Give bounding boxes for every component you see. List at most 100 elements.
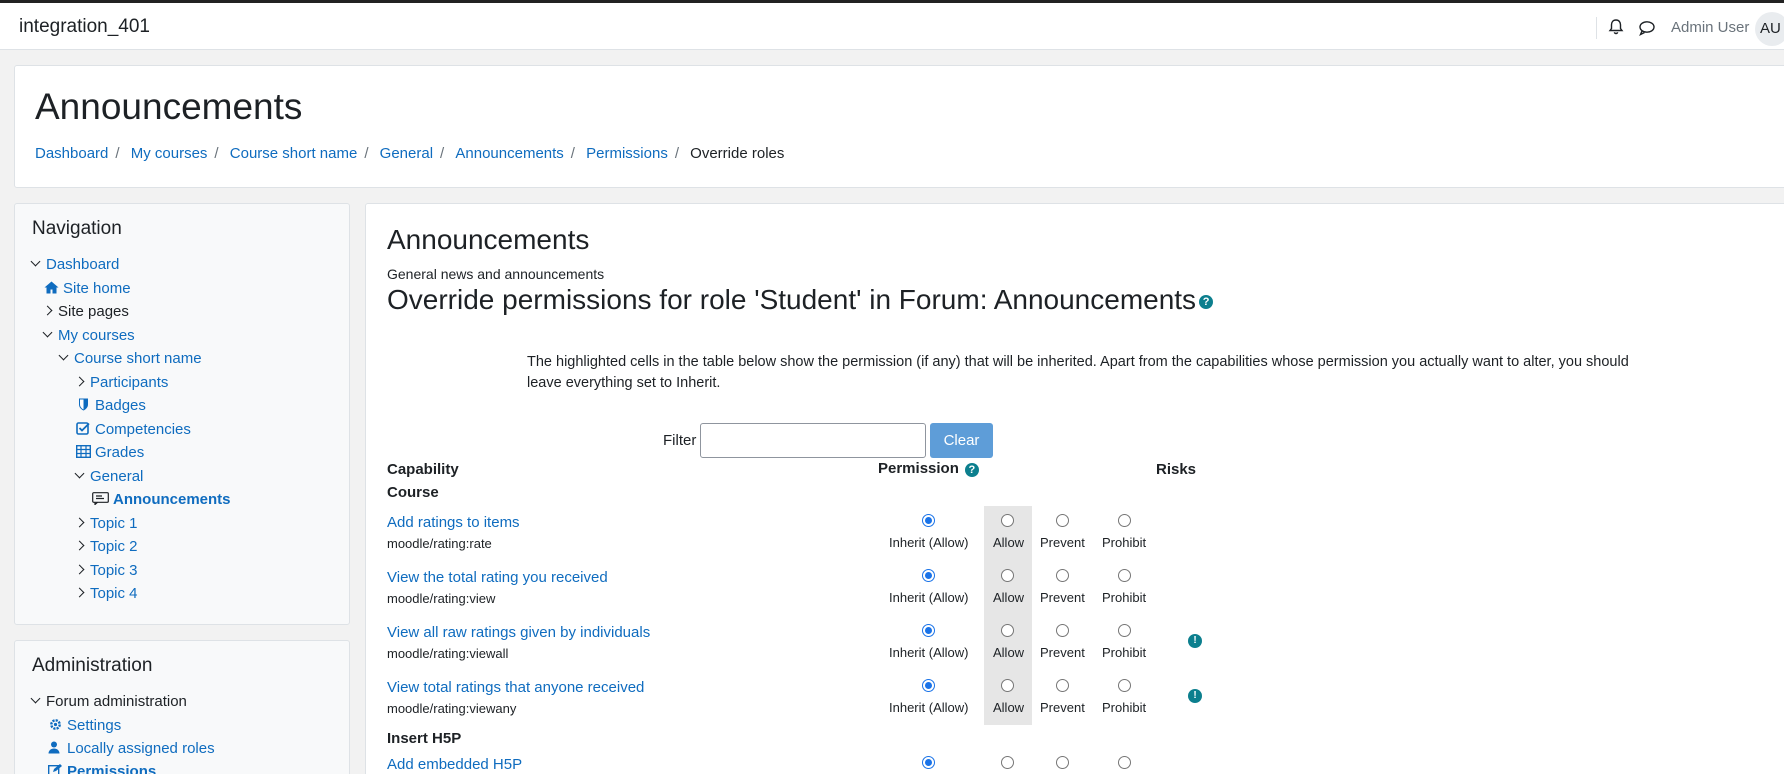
filter-input[interactable] (700, 423, 926, 458)
forum-icon (92, 492, 109, 505)
breadcrumb-divider: / (364, 145, 369, 162)
navbar-divider (1596, 17, 1597, 39)
home-icon (44, 281, 59, 294)
nav-item-topic-1[interactable]: Topic 1 (76, 515, 138, 532)
radio-prohibit[interactable] (1118, 514, 1131, 527)
nav-item-badges[interactable]: Badges (76, 397, 146, 414)
capability-name[interactable]: Add ratings to items (387, 514, 520, 531)
radio-prohibit[interactable] (1118, 624, 1131, 637)
chevron-right-icon (76, 566, 90, 578)
breadcrumb-divider: / (214, 145, 219, 162)
nav-item-announcements[interactable]: Announcements (92, 491, 231, 508)
nav-item-dashboard[interactable]: Dashboard (32, 256, 119, 273)
radio-allow[interactable] (1001, 514, 1014, 527)
checkbox-icon (76, 422, 90, 435)
chevron-right-icon (76, 378, 90, 390)
chevron-right-icon (76, 519, 90, 531)
clear-button[interactable]: Clear (930, 423, 993, 458)
option-label-allow: Allow (993, 645, 1025, 660)
nav-item-topic-3[interactable]: Topic 3 (76, 562, 138, 579)
breadcrumb-permissions[interactable]: Permissions (586, 145, 668, 162)
option-label-inherit: Inherit (Allow) (889, 535, 969, 550)
radio-prevent[interactable] (1056, 624, 1069, 637)
bell-icon[interactable] (1607, 18, 1625, 36)
admin-item-locally-assigned-roles[interactable]: Locally assigned roles (48, 740, 215, 757)
chevron-right-icon (44, 307, 58, 319)
breadcrumb-course[interactable]: Course short name (230, 145, 358, 162)
activity-title: Announcements (387, 224, 590, 255)
nav-item-site-pages[interactable]: Site pages (44, 303, 129, 320)
nav-item-site-home[interactable]: Site home (44, 280, 131, 297)
option-label-prohibit: Prohibit (1102, 535, 1147, 550)
option-label-prohibit: Prohibit (1102, 590, 1147, 605)
radio-allow[interactable] (1001, 624, 1014, 637)
column-header-capability: Capability (387, 461, 459, 478)
breadcrumb-divider: / (570, 145, 575, 162)
navigation-block: Navigation Dashboard Site home Site page… (14, 203, 350, 625)
radio-prohibit[interactable] (1118, 756, 1131, 769)
user-name[interactable]: Admin User (1671, 19, 1749, 36)
radio-inherit[interactable] (922, 624, 935, 637)
radio-inherit[interactable] (922, 569, 935, 582)
capability-name[interactable]: View the total rating you received (387, 569, 608, 586)
radio-allow[interactable] (1001, 569, 1014, 582)
radio-prevent[interactable] (1056, 679, 1069, 692)
capability-name[interactable]: Add embedded H5P (387, 756, 522, 773)
option-label-prevent: Prevent (1040, 700, 1085, 715)
nav-item-topic-4[interactable]: Topic 4 (76, 585, 138, 602)
breadcrumb-general[interactable]: General (380, 145, 433, 162)
breadcrumb: Dashboard / My courses / Course short name… (35, 145, 784, 162)
radio-prohibit[interactable] (1118, 569, 1131, 582)
nav-item-grades[interactable]: Grades (76, 444, 144, 461)
option-label-prevent: Prevent (1040, 590, 1085, 605)
site-name[interactable]: integration_401 (19, 16, 150, 38)
nav-item-my-courses[interactable]: My courses (44, 327, 135, 344)
help-icon[interactable]: ? (964, 463, 979, 477)
radio-prohibit[interactable] (1118, 679, 1131, 692)
radio-inherit[interactable] (922, 514, 935, 527)
table-icon (76, 445, 91, 458)
option-label-inherit: Inherit (Allow) (889, 700, 969, 715)
radio-prevent[interactable] (1056, 569, 1069, 582)
chevron-down-icon (60, 352, 74, 366)
risk-icon[interactable]: ! (1188, 634, 1202, 648)
page-header: Announcements Dashboard / My courses / Cou… (14, 65, 1784, 188)
nav-item-competencies[interactable]: Competencies (76, 421, 191, 438)
intro-text: The highlighted cells in the table below… (527, 354, 1629, 391)
breadcrumb-divider: / (115, 145, 120, 162)
radio-allow[interactable] (1001, 679, 1014, 692)
capability-code: moodle/rating:viewall (387, 646, 509, 661)
breadcrumb-announcements[interactable]: Announcements (455, 145, 563, 162)
capability-name[interactable]: View total ratings that anyone received (387, 679, 644, 696)
nav-item-topic-2[interactable]: Topic 2 (76, 538, 138, 555)
chat-icon[interactable] (1638, 19, 1656, 37)
column-header-risks: Risks (1156, 461, 1197, 478)
radio-allow[interactable] (1001, 756, 1014, 769)
admin-item-permissions[interactable]: Permissions (48, 763, 156, 774)
administration-title: Administration (32, 655, 153, 676)
option-label-inherit: Inherit (Allow) (889, 590, 969, 605)
option-label-prevent: Prevent (1040, 535, 1085, 550)
chevron-right-icon (76, 542, 90, 554)
nav-item-general[interactable]: General (76, 468, 143, 485)
radio-inherit[interactable] (922, 679, 935, 692)
admin-item-forum-administration[interactable]: Forum administration (32, 693, 187, 710)
breadcrumb-dashboard[interactable]: Dashboard (35, 145, 108, 162)
nav-item-course[interactable]: Course short name (60, 350, 202, 367)
help-icon[interactable]: ? (1199, 295, 1214, 309)
risk-icon[interactable]: ! (1188, 689, 1202, 703)
radio-prevent[interactable] (1056, 514, 1069, 527)
capability-code: moodle/rating:rate (387, 536, 492, 551)
admin-item-settings[interactable]: Settings (48, 717, 121, 734)
breadcrumb-divider: / (674, 145, 679, 162)
user-icon (48, 741, 60, 754)
capability-name[interactable]: View all raw ratings given by individual… (387, 624, 650, 641)
nav-item-participants[interactable]: Participants (76, 374, 168, 391)
radio-prevent[interactable] (1056, 756, 1069, 769)
avatar[interactable]: AU (1755, 12, 1784, 46)
chevron-right-icon (76, 589, 90, 601)
override-heading: Override permissions for role 'Student' … (387, 284, 1214, 316)
chevron-down-icon (32, 258, 46, 272)
breadcrumb-my-courses[interactable]: My courses (131, 145, 208, 162)
radio-inherit[interactable] (922, 756, 935, 769)
